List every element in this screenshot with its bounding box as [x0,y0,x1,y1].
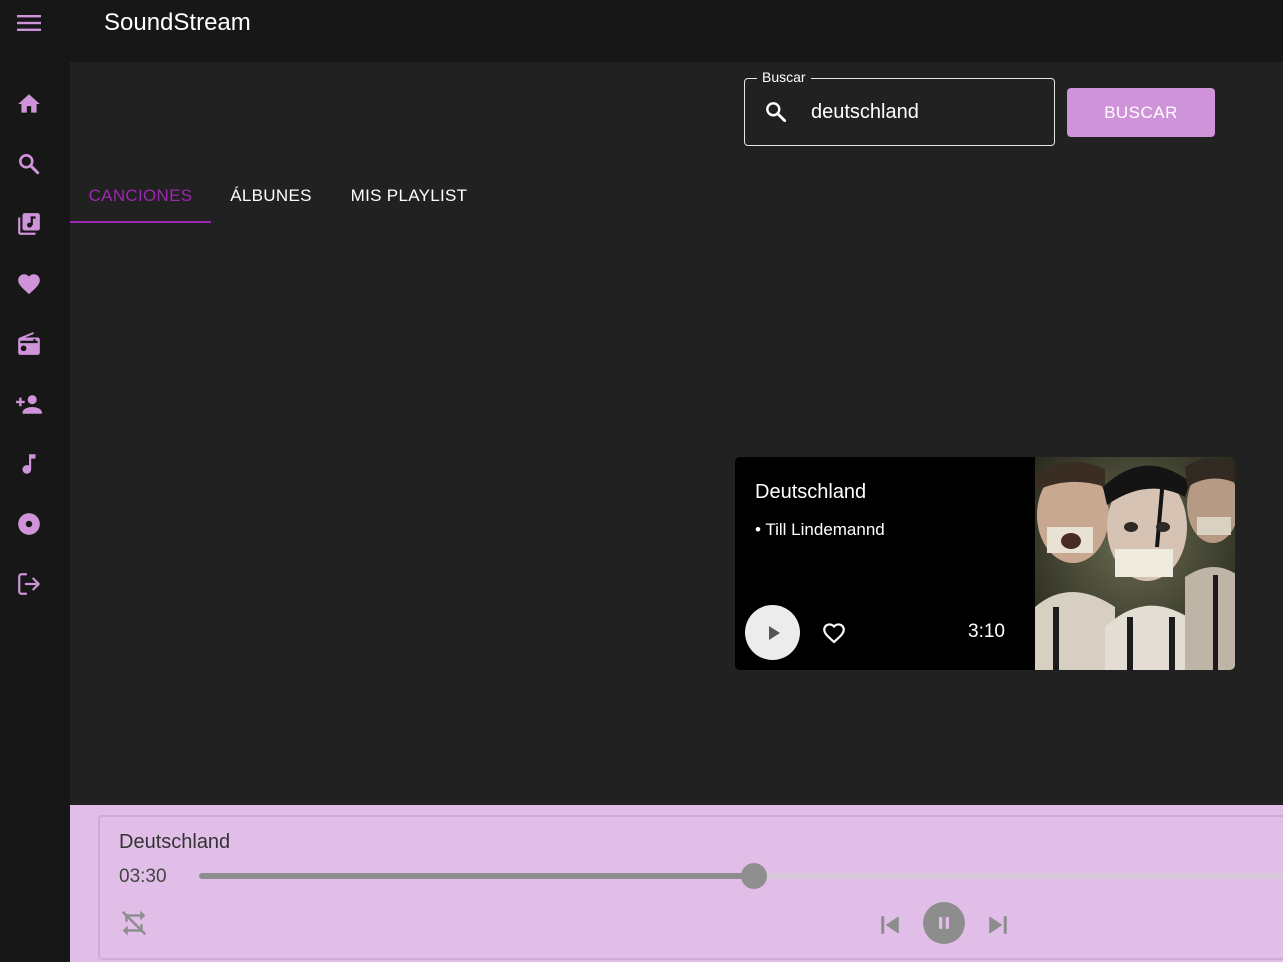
heart-icon[interactable] [14,269,44,299]
heart-outline-icon [823,623,845,644]
person-add-icon[interactable] [14,389,44,419]
skip-next-icon [989,916,1007,934]
player-card: Deutschland 03:30 [98,815,1283,960]
search-label: Buscar [757,69,811,85]
album-icon[interactable] [14,509,44,539]
player-bar: Deutschland 03:30 [70,805,1283,962]
app-bar: SoundStream [0,0,1283,62]
elapsed-time: 03:30 [119,866,167,887]
search-icon [763,99,789,125]
search-field[interactable]: Buscar [744,69,1055,146]
repeat-off-icon [121,910,147,936]
favorite-button[interactable] [820,619,848,647]
menu-icon[interactable] [14,10,44,36]
radio-icon[interactable] [14,329,44,359]
repeat-off-button[interactable] [118,907,150,939]
logout-icon[interactable] [14,569,44,599]
pause-icon [939,917,949,929]
skip-previous-icon [881,916,899,934]
tab-mis-playlist[interactable]: MIS PLAYLIST [331,170,487,222]
search-icon[interactable] [14,149,44,179]
tab-indicator [70,221,211,223]
tab-canciones[interactable]: CANCIONES [70,170,211,222]
music-note-icon[interactable] [14,449,44,479]
search-input[interactable] [811,97,1031,127]
now-playing-title: Deutschland [119,831,231,853]
play-icon [768,625,780,640]
song-card[interactable]: Deutschland • Till Lindemannd 3:10 [735,457,1235,670]
next-button[interactable] [982,909,1014,941]
progress-fill [199,873,754,879]
song-artist: • Till Lindemannd [755,520,885,539]
sidebar [0,62,70,962]
song-duration: 3:10 [968,621,1005,642]
home-icon[interactable] [14,89,44,119]
progress-thumb[interactable] [741,863,767,889]
play-button[interactable] [745,605,800,660]
tab-albunes[interactable]: ÁLBUNES [211,170,331,222]
progress-slider[interactable] [199,863,1283,889]
song-title: Deutschland [755,481,867,503]
album-cover-image [1035,457,1235,670]
pause-button[interactable] [923,902,965,944]
previous-button[interactable] [874,909,906,941]
search-button[interactable]: BUSCAR [1067,88,1215,137]
library-music-icon[interactable] [14,209,44,239]
app-title: SoundStream [104,9,251,36]
